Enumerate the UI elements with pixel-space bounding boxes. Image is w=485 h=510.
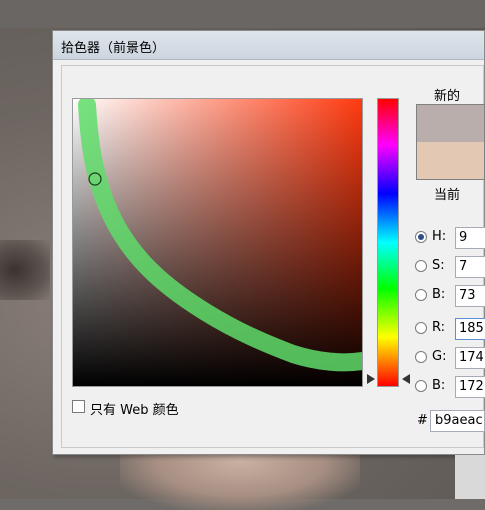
label-g: G: <box>432 349 447 364</box>
radio-g[interactable] <box>415 351 427 363</box>
label-blue: B: <box>432 378 446 393</box>
input-g[interactable]: 174 <box>455 347 485 369</box>
input-b[interactable]: 73 <box>455 285 485 307</box>
web-colors-label: 只有 Web 颜色 <box>90 403 179 418</box>
label-h: H: <box>432 229 447 244</box>
title-bar[interactable]: 拾色器（前景色） <box>53 31 484 60</box>
hue-slider-right-handle[interactable] <box>402 374 410 384</box>
input-s[interactable]: 7 <box>455 256 485 278</box>
label-s: S: <box>432 258 445 273</box>
hue-slider-left-handle[interactable] <box>367 374 375 384</box>
background-edge <box>455 455 485 499</box>
label-r: R: <box>432 320 446 335</box>
radio-s[interactable] <box>415 260 427 272</box>
color-swatch-box <box>416 104 485 180</box>
current-color-label: 当前 <box>434 188 461 203</box>
hex-hash-label: # <box>417 413 428 428</box>
dialog-title: 拾色器（前景色） <box>61 41 166 56</box>
new-color-label: 新的 <box>434 89 461 104</box>
current-color-swatch[interactable] <box>417 142 484 179</box>
radio-h[interactable] <box>415 231 427 243</box>
web-colors-checkbox[interactable] <box>72 400 85 413</box>
stroke-overlay <box>78 99 362 372</box>
input-blue[interactable]: 172 <box>455 376 485 398</box>
hex-input[interactable]: b9aeac <box>430 410 485 432</box>
input-r[interactable]: 185 <box>455 318 485 340</box>
radio-b[interactable] <box>415 289 427 301</box>
color-field[interactable] <box>72 98 363 387</box>
radio-blue[interactable] <box>415 380 427 392</box>
label-b: B: <box>432 287 446 302</box>
green-brush-stroke <box>78 99 362 372</box>
hue-slider[interactable] <box>377 98 399 387</box>
input-h[interactable]: 9 <box>455 227 485 249</box>
background-eye-region <box>0 240 50 300</box>
new-color-swatch <box>417 105 484 142</box>
background-top-strip <box>0 0 485 28</box>
radio-r[interactable] <box>415 322 427 334</box>
